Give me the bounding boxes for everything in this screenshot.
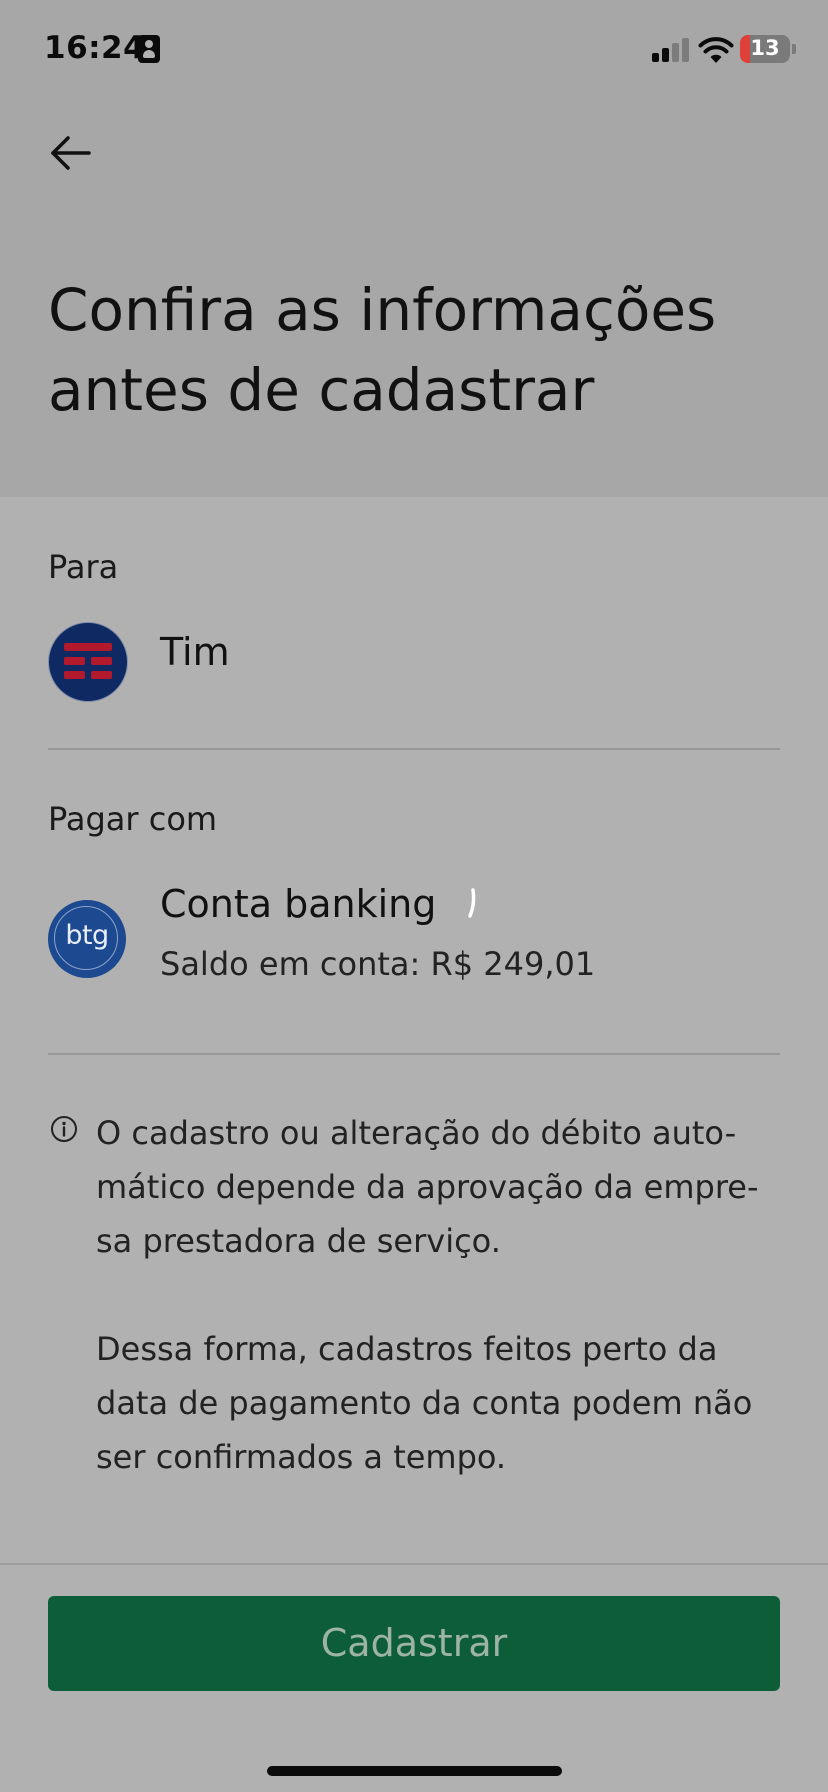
tim-avatar bbox=[48, 622, 128, 702]
info-paragraph-2-line-2: data de pagamento da conta podem não bbox=[96, 1384, 753, 1422]
btg-logo-text: btg bbox=[65, 920, 109, 951]
info-paragraph-2-line-1: Dessa forma, cadastros feitos perto da bbox=[96, 1330, 718, 1368]
battery-level: 13 bbox=[750, 36, 780, 60]
divider-recipient bbox=[48, 748, 780, 750]
page-title: Confira as informações antes de cadastra… bbox=[48, 270, 788, 430]
home-indicator[interactable] bbox=[267, 1766, 562, 1776]
arrow-left-icon bbox=[51, 136, 91, 170]
info-paragraph-1-line-1: O cadastro ou alteração do débito auto- bbox=[96, 1114, 737, 1152]
divider-payment bbox=[48, 1053, 780, 1055]
info-circle-icon bbox=[51, 1116, 77, 1142]
page-title-line-1: Confira as informações bbox=[48, 276, 717, 344]
status-time: 16:24 bbox=[44, 30, 146, 66]
tim-logo-icon bbox=[64, 643, 112, 679]
info-paragraph-2-line-3: ser confirmados a tempo. bbox=[96, 1438, 507, 1476]
btg-avatar: btg bbox=[48, 900, 126, 978]
person-id-icon bbox=[138, 35, 160, 63]
payment-label: Pagar com bbox=[48, 800, 218, 838]
register-button[interactable]: Cadastrar bbox=[48, 1596, 780, 1691]
recipient-name: Tim bbox=[160, 630, 230, 674]
wifi-icon bbox=[698, 37, 734, 63]
info-paragraph-1-line-2: mático depende da aprovação da empre- bbox=[96, 1168, 759, 1206]
recipient-label: Para bbox=[48, 548, 119, 586]
page-title-line-2: antes de cadastrar bbox=[48, 356, 595, 424]
cellular-signal-icon bbox=[652, 38, 690, 62]
back-button[interactable] bbox=[40, 125, 104, 181]
info-paragraph-1-line-3: sa prestadora de serviço. bbox=[96, 1222, 501, 1260]
footer-divider bbox=[0, 1563, 828, 1565]
info-paragraph-2: Dessa forma, cadastros feitos perto da d… bbox=[96, 1322, 786, 1484]
battery-cap bbox=[792, 44, 796, 54]
payment-balance: Saldo em conta: R$ 249,01 bbox=[160, 945, 596, 983]
payment-account-name[interactable]: Conta banking bbox=[160, 882, 436, 926]
touch-indicator-mark bbox=[468, 888, 476, 918]
status-bar: 16:24 13 bbox=[0, 0, 828, 100]
battery-icon: 13 bbox=[740, 35, 790, 63]
info-paragraph-1: O cadastro ou alteração do débito auto- … bbox=[96, 1106, 786, 1268]
